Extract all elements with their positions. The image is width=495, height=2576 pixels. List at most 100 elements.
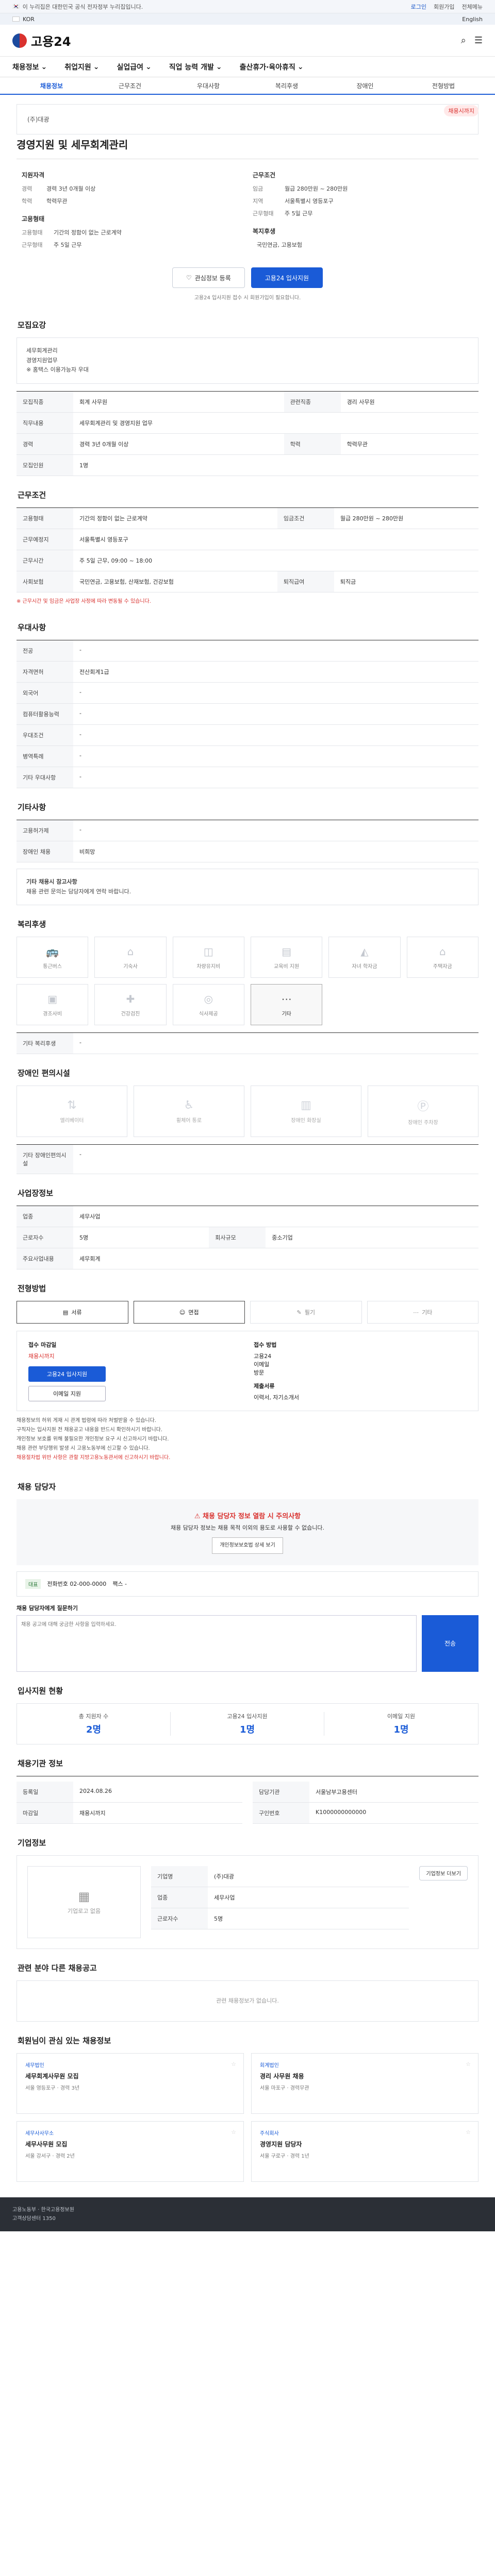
gnb-item-training[interactable]: 직업 능력 개발 ⌄ (169, 62, 222, 72)
summary-key: 근무형태 (22, 242, 43, 248)
row-value: - (73, 1144, 478, 1175)
summary-left-heading: 지원자격 (22, 172, 45, 179)
gov-notice: 🇰🇷 이 누리집은 대한민국 공식 전자정부 누리집입니다. (12, 3, 411, 11)
etc-icon: ⋯ (413, 1309, 419, 1316)
row-value: 세무사업 (208, 1887, 409, 1908)
table-row: 모집인원 1명 (16, 454, 478, 477)
welfare-section: 복리후생 🚌 통근버스 ⌂ 기숙사 ◫ 차량유지비 ▤ 교육비 지원 ◭ 자녀 학자금 ⌂… (16, 908, 478, 1057)
facility-tile: ♿ 휠체어 통로 (134, 1086, 244, 1138)
table-row: 고용형태 기간의 정함이 없는 근로계약 임금조건 월급 280만원 ~ 280만원 (16, 507, 478, 530)
star-icon[interactable]: ☆ (231, 2061, 236, 2067)
tab-welfare[interactable]: 복리후생 (248, 81, 326, 90)
apply-button[interactable]: 고용24 입사지원 (251, 267, 323, 288)
gnb-item-support[interactable]: 취업지원 ⌄ (64, 62, 99, 72)
row-key: 주요사업내용 (16, 1248, 73, 1270)
star-icon[interactable]: ☆ (231, 2129, 236, 2136)
recommend-card[interactable]: ☆ 회계법인 경리 사무원 채용 서울 마포구 · 경력무관 (251, 2053, 478, 2114)
gov-notice-text: 이 누리집은 대한민국 공식 전자정부 누리집입니다. (22, 3, 143, 10)
row-value: 회계 사무원 (73, 391, 284, 413)
scrap-button[interactable]: ♡ 관심정보 등록 (172, 267, 245, 288)
company-name[interactable]: (주)대광 (16, 104, 478, 134)
facility-tile: Ⓟ 장애인 주차장 (368, 1086, 478, 1138)
all-menu-link[interactable]: 전체메뉴 (462, 3, 483, 11)
search-icon[interactable]: ⌕ (461, 35, 466, 46)
menu-icon[interactable]: ☰ (474, 35, 483, 46)
recommend-card[interactable]: ☆ 주식회사 경영지원 담당자 서울 구로구 · 경력 1년 (251, 2121, 478, 2182)
row-key: 업종 (16, 1206, 73, 1228)
tab-process[interactable]: 전형방법 (404, 81, 483, 90)
welfare-tile: ◭ 자녀 학자금 (328, 937, 401, 978)
stat-value: 1명 (393, 1724, 409, 1735)
card-title: 세무회계사무원 모집 (25, 2073, 79, 2080)
facility-label: 휠체어 통로 (176, 1118, 202, 1124)
row-value: 월급 280만원 ~ 280만원 (334, 507, 478, 530)
table-row: 모집직종 회계 사무원 관련직종 경리 사무원 (16, 391, 478, 413)
gnb-item-leave[interactable]: 출산휴가·육아휴직 ⌄ (240, 62, 304, 72)
table-row: 근로자수 5명 회사규모 중소기업 (16, 1227, 478, 1249)
language-link[interactable]: English (462, 16, 483, 23)
job-header: (주)대광 경영지원 및 세무회계관리 채용시까지 (16, 95, 478, 159)
tab-conditions[interactable]: 근무조건 (91, 81, 169, 90)
process-step-etc: ⋯ 기타 (367, 1301, 478, 1324)
star-icon[interactable]: ☆ (466, 2061, 471, 2067)
house-icon: ⌂ (127, 945, 134, 958)
welfare-tile-active: ⋯ 기타 (250, 984, 323, 1026)
apply-email-button[interactable]: 이메일 지원 (28, 1386, 106, 1402)
gnb-label: 취업지원 (64, 63, 91, 72)
bullet-item: 채용절차법 위반 사항은 관할 지방고용노동관서에 신고하시기 바랍니다. (16, 1455, 171, 1461)
welfare-tile: ⌂ 기숙사 (94, 937, 167, 978)
login-link[interactable]: 로그인 (411, 3, 426, 11)
tab-disabled[interactable]: 장애인 (326, 81, 404, 90)
stat-value: 2명 (86, 1724, 102, 1735)
stat-item: 총 지원자 수 2명 (17, 1711, 171, 1736)
signup-link[interactable]: 회원가입 (434, 3, 454, 11)
process-section: 전형방법 ▤ 서류 ☺ 면접 ✎ 필기 ⋯ 기타 접수 마감일 채용시까지 고용24 입… (16, 1273, 478, 1471)
section-title: 채용 담당자 (18, 1482, 56, 1492)
privacy-detail-button[interactable]: 개인정보보호법 상세 보기 (212, 1537, 283, 1554)
row-key: 근무시간 (16, 550, 73, 572)
alert-icon: ⚠ (194, 1513, 203, 1521)
welfare-tile: ▣ 경조사비 (16, 984, 89, 1026)
similar-empty: 관련 채용정보가 없습니다. (16, 1980, 478, 2022)
card-company: 회계법인 (260, 2063, 279, 2069)
welfare-grid: 🚌 통근버스 ⌂ 기숙사 ◫ 차량유지비 ▤ 교육비 지원 ◭ 자녀 학자금 ⌂ 주택자금 … (16, 937, 478, 1026)
row-value: - (73, 703, 478, 725)
global-nav: 채용정보 ⌄ 취업지원 ⌄ 실업급여 ⌄ 직업 능력 개발 ⌄ 출산휴가·육아휴직 ⌄ (0, 57, 495, 77)
tab-recruit[interactable]: 채용정보 (12, 81, 91, 90)
message-input[interactable] (16, 1615, 417, 1672)
card-title: 세무사무원 모집 (25, 2141, 68, 2148)
etc-section: 기타사항 고용허가제 - 장애인 채용 비희망 기타 채용시 참고사항 채용 관련 … (16, 791, 478, 908)
site-logo[interactable]: 고용24 (12, 31, 71, 49)
section-title: 채용기관 정보 (18, 1758, 63, 1768)
row-key: 모집인원 (16, 454, 73, 477)
row-value: 경력 3년 0개월 이상 (73, 433, 284, 455)
row-value: 세무사업 (73, 1206, 478, 1228)
gnb-item-unemployment[interactable]: 실업급여 ⌄ (117, 62, 152, 72)
star-icon[interactable]: ☆ (466, 2129, 471, 2136)
stat-label: 총 지원자 수 (78, 1713, 109, 1720)
send-button[interactable]: 전송 (422, 1615, 478, 1672)
section-title: 모집요강 (18, 320, 46, 330)
etc-icon: ⋯ (281, 992, 292, 1005)
process-step-document: ▤ 서류 (16, 1301, 128, 1324)
company-more-button[interactable]: 기업정보 더보기 (419, 1866, 468, 1880)
summary-value: 경력 3년 0개월 이상 (46, 185, 96, 192)
home-icon: ⌂ (439, 945, 446, 958)
welfare-label: 건강검진 (121, 1011, 140, 1017)
docs-value: 이력서, 자기소개서 (254, 1394, 299, 1401)
table-row: 근무예정지 서울특별시 영등포구 (16, 529, 478, 551)
warning-text: 채용 담당자 정보는 채용 목적 이외의 용도로 사용할 수 없습니다. (170, 1524, 325, 1531)
recommend-card[interactable]: ☆ 세무사사무소 세무사무원 모집 서울 강서구 · 경력 2년 (16, 2121, 244, 2182)
card-company: 세무법인 (25, 2063, 44, 2069)
stat-label: 이메일 지원 (387, 1713, 416, 1720)
tab-preferences[interactable]: 우대사항 (169, 81, 248, 90)
apply-box: 접수 마감일 채용시까지 고용24 입사지원 이메일 지원 접수 방법 고용24… (16, 1331, 478, 1412)
recommend-card[interactable]: ☆ 세무법인 세무회계사무원 모집 서울 영등포구 · 경력 3년 (16, 2053, 244, 2114)
summary-right-heading: 근무조건 (253, 172, 276, 179)
table-row: 업종 세무사업 (151, 1887, 409, 1908)
gnb-item-jobs[interactable]: 채용정보 ⌄ (12, 62, 47, 72)
step-label: 서류 (71, 1309, 82, 1316)
card-meta: 서울 마포구 · 경력무관 (260, 2086, 309, 2092)
apply-online-button[interactable]: 고용24 입사지원 (28, 1366, 106, 1382)
etc-box: 기타 채용시 참고사항 채용 관련 문의는 담당자에게 연락 바랍니다. (16, 869, 478, 906)
